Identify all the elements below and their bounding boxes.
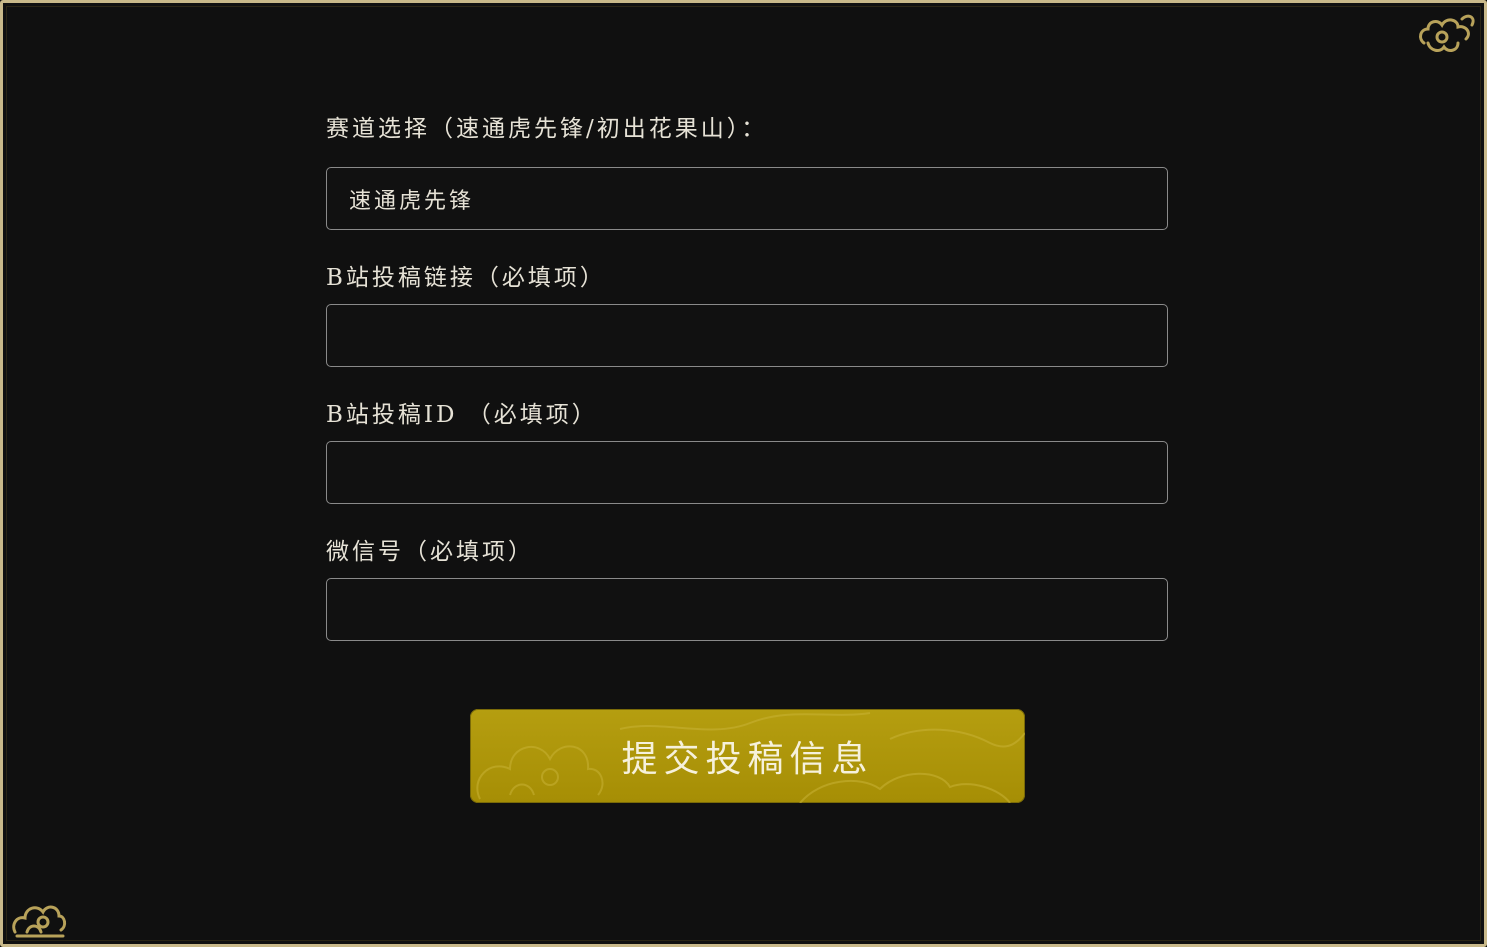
form-panel: 赛道选择（速通虎先锋/初出花果山）： B站投稿链接（必填项） B站投稿ID （必… bbox=[0, 0, 1487, 947]
bilibili-link-input[interactable] bbox=[326, 304, 1168, 367]
bilibili-id-input[interactable] bbox=[326, 441, 1168, 504]
cloud-ornament-icon bbox=[1419, 14, 1475, 52]
submit-button[interactable]: 提交投稿信息 bbox=[470, 709, 1025, 803]
wechat-input[interactable] bbox=[326, 578, 1168, 641]
track-input[interactable] bbox=[326, 167, 1168, 230]
submit-button-label: 提交投稿信息 bbox=[621, 739, 874, 780]
track-label: 赛道选择（速通虎先锋/初出花果山）： bbox=[326, 116, 768, 142]
wechat-label: 微信号（必填项） bbox=[326, 539, 534, 565]
bilibili-id-label: B站投稿ID （必填项） bbox=[326, 402, 598, 428]
cloud-ornament-icon bbox=[12, 905, 67, 938]
bilibili-link-label: B站投稿链接（必填项） bbox=[326, 265, 606, 291]
